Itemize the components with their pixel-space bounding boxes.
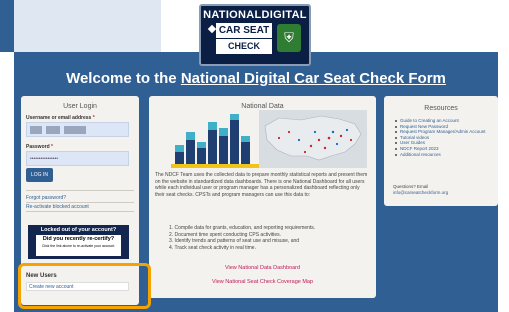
- banner-subtitle: Did you recently re-certify?: [42, 236, 115, 242]
- national-data-panel: National Data The NDCF Team uses the col…: [149, 96, 376, 298]
- forgot-password-link[interactable]: Forgot password?: [26, 195, 66, 201]
- password-label: Password *: [26, 144, 53, 150]
- site-logo[interactable]: NATIONALDIGITAL CAR SEAT CHECK FORM ⛨: [199, 4, 311, 66]
- questions-text: Questions? Email: [393, 184, 429, 189]
- car-seat-icon: ⛨: [277, 24, 301, 52]
- login-button[interactable]: LOG IN: [26, 168, 53, 182]
- reactivate-account-link[interactable]: Re-activate blocked account: [26, 204, 89, 210]
- dashboard-bar-chart-image: [171, 112, 259, 170]
- logo-pin-icon: [207, 24, 217, 34]
- view-dashboard-link[interactable]: View National Data Dashboard: [149, 265, 376, 272]
- list-item: 3. Identify trends and patterns of seat …: [169, 238, 300, 245]
- banner-title: Locked out of your account?: [40, 227, 117, 233]
- coverage-map-image: [259, 110, 367, 168]
- page: NATIONALDIGITAL CAR SEAT CHECK FORM ⛨ We…: [0, 0, 509, 312]
- login-title: User Login: [63, 103, 97, 110]
- top-left-band: [14, 0, 161, 52]
- password-required-mark: *: [51, 144, 53, 150]
- username-value-block: [30, 126, 42, 134]
- new-users-highlight: [18, 263, 151, 309]
- view-coverage-map-link[interactable]: View National Seat Check Coverage Map: [149, 279, 376, 286]
- resources-panel: Resources Guide to Creating an Account R…: [384, 96, 498, 206]
- divider: [26, 190, 134, 191]
- logo-line-1: NATIONALDIGITAL: [203, 9, 307, 21]
- username-input[interactable]: [26, 122, 129, 137]
- resources-title: Resources: [424, 105, 458, 112]
- username-label-text: Username or email address: [26, 115, 92, 121]
- username-value-block: [64, 126, 86, 134]
- resources-list: Guide to Creating an Account Request New…: [395, 118, 493, 157]
- locked-out-banner[interactable]: Locked out of your account? Did you rece…: [28, 225, 129, 259]
- logo-line-2: CAR SEAT: [216, 23, 272, 38]
- password-input[interactable]: ••••••••••••••••: [26, 151, 129, 166]
- list-item: 2. Document time spent conducting CPS ac…: [169, 231, 281, 238]
- national-data-list: 1. Compile data for grants, education, a…: [169, 225, 369, 251]
- username-required-mark: *: [92, 115, 95, 121]
- contact-email-link[interactable]: info@carseatcheckform.org: [393, 190, 493, 196]
- welcome-link[interactable]: National Digital Car Seat Check Form: [181, 70, 446, 87]
- logo-line-3: CHECK FORM: [216, 39, 272, 66]
- divider: [26, 211, 134, 212]
- banner-box: Did you recently re-certify? Click the l…: [36, 235, 121, 256]
- resource-link-additional[interactable]: Additional resources: [395, 152, 493, 158]
- top-left-strip: [0, 0, 14, 52]
- username-label: Username or email address *: [26, 115, 95, 121]
- username-value-block: [46, 126, 60, 134]
- national-data-description: The NDCF Team uses the collected data to…: [155, 172, 368, 198]
- page-title: Welcome to the National Digital Car Seat…: [14, 70, 498, 88]
- divider: [26, 202, 134, 203]
- password-label-text: Password: [26, 144, 50, 150]
- list-item: 1. Compile data for grants, education, a…: [169, 225, 316, 231]
- welcome-prefix: Welcome to the: [66, 70, 181, 87]
- banner-instructions: Click the link above to re-activate your…: [41, 244, 116, 248]
- password-value: ••••••••••••••••: [30, 156, 59, 162]
- list-item: 4. Track seat check activity in real tim…: [169, 244, 256, 251]
